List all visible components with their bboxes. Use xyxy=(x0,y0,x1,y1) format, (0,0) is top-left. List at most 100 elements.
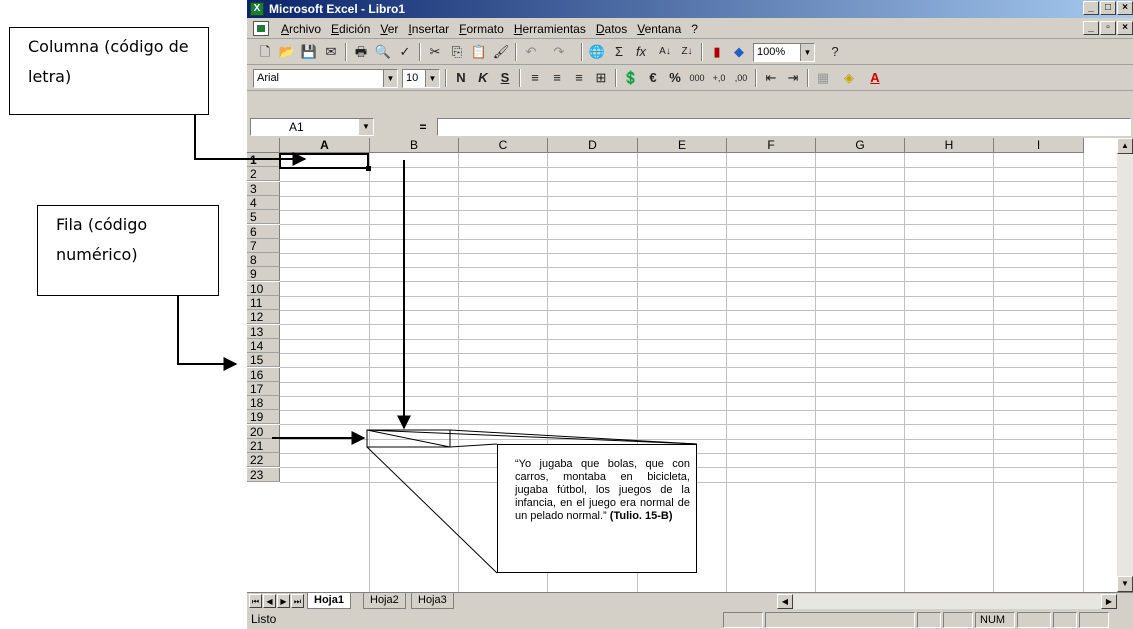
redo-icon[interactable]: ↷ xyxy=(549,43,569,61)
next-sheet-icon[interactable]: ▶ xyxy=(277,594,290,608)
row-header-7[interactable]: 7 xyxy=(247,238,280,253)
underline-button[interactable]: S xyxy=(495,69,515,87)
row-header-13[interactable]: 13 xyxy=(247,324,280,339)
row-header-10[interactable]: 10 xyxy=(247,281,280,296)
row-header-1[interactable]: 1 xyxy=(247,153,280,167)
row-header-8[interactable]: 8 xyxy=(247,253,280,268)
row-header-12[interactable]: 12 xyxy=(247,310,280,325)
menu-ver[interactable]: Ver xyxy=(380,19,398,39)
row-header-17[interactable]: 17 xyxy=(247,381,280,396)
increase-indent-icon[interactable]: ⇥ xyxy=(783,69,803,87)
borders-icon[interactable]: ▦ xyxy=(813,69,833,87)
horizontal-scrollbar[interactable]: ◀ ▶ xyxy=(777,594,1117,609)
column-header-d[interactable]: D xyxy=(548,138,638,153)
name-box-dropdown-icon[interactable]: ▼ xyxy=(359,119,373,135)
column-header-a[interactable]: A xyxy=(280,138,370,153)
decrease-decimal-icon[interactable]: ,00 xyxy=(731,69,751,87)
thousands-button[interactable]: 000 xyxy=(687,69,707,87)
font-combo[interactable]: Arial ▼ xyxy=(253,69,398,88)
row-header-2[interactable]: 2 xyxy=(247,167,280,182)
menu-formato[interactable]: Formato xyxy=(459,19,504,39)
sort-descending-icon[interactable]: Z↓ xyxy=(677,43,697,61)
font-size-dropdown-icon[interactable]: ▼ xyxy=(425,70,439,87)
row-header-6[interactable]: 6 xyxy=(247,224,280,239)
workbook-icon[interactable] xyxy=(253,21,269,36)
undo-icon[interactable]: ↶ xyxy=(521,43,541,61)
align-right-icon[interactable]: ≡ xyxy=(569,69,589,87)
row-header-5[interactable]: 5 xyxy=(247,210,280,225)
align-center-icon[interactable]: ≡ xyxy=(547,69,567,87)
print-preview-icon[interactable]: 🔍 xyxy=(373,43,393,61)
new-file-icon[interactable]: 🗋 xyxy=(255,43,275,61)
row-header-16[interactable]: 16 xyxy=(247,367,280,382)
font-color-icon[interactable]: A xyxy=(865,69,885,87)
italic-button[interactable]: K xyxy=(473,69,493,87)
row-header-23[interactable]: 23 xyxy=(247,467,280,482)
format-painter-icon[interactable]: 🖌 xyxy=(491,43,511,61)
first-sheet-icon[interactable]: ⏮ xyxy=(249,594,262,608)
spelling-icon[interactable]: ✓ xyxy=(395,43,415,61)
close-button[interactable]: × xyxy=(1117,1,1133,15)
vertical-scrollbar[interactable]: ▲ ▼ xyxy=(1117,138,1133,592)
zoom-combo[interactable]: 100% ▼ xyxy=(753,43,815,62)
last-sheet-icon[interactable]: ⏭ xyxy=(291,594,304,608)
euro-button[interactable]: € xyxy=(643,69,663,87)
prev-sheet-icon[interactable]: ◀ xyxy=(263,594,276,608)
email-icon[interactable]: ✉ xyxy=(321,43,341,61)
row-header-9[interactable]: 9 xyxy=(247,267,280,282)
column-header-f[interactable]: F xyxy=(727,138,816,153)
menu-edicion[interactable]: Edición xyxy=(331,19,370,39)
zoom-dropdown-icon[interactable]: ▼ xyxy=(800,44,814,61)
function-icon[interactable]: fx xyxy=(631,43,651,61)
copy-icon[interactable]: ⎘ xyxy=(447,43,467,61)
menu-ayuda[interactable]: ? xyxy=(691,19,698,39)
column-header-h[interactable]: H xyxy=(905,138,994,153)
chart-wizard-icon[interactable]: ▮ xyxy=(707,43,727,61)
column-header-e[interactable]: E xyxy=(638,138,727,153)
cut-icon[interactable]: ✂ xyxy=(425,43,445,61)
edit-formula-button[interactable]: = xyxy=(413,118,433,136)
row-header-22[interactable]: 22 xyxy=(247,453,280,468)
hyperlink-icon[interactable]: 🌐 xyxy=(587,43,607,61)
column-header-g[interactable]: G xyxy=(816,138,905,153)
drawing-icon[interactable]: ◆ xyxy=(729,43,749,61)
row-header-18[interactable]: 18 xyxy=(247,396,280,411)
merge-center-icon[interactable]: ⊞ xyxy=(591,69,611,87)
paste-icon[interactable]: 📋 xyxy=(469,43,489,61)
column-header-i[interactable]: I xyxy=(994,138,1084,153)
maximize-button[interactable]: □ xyxy=(1100,1,1116,15)
doc-close-button[interactable]: × xyxy=(1117,21,1133,35)
scroll-down-icon[interactable]: ▼ xyxy=(1117,576,1133,592)
sheet-tab-hoja2[interactable]: Hoja2 xyxy=(363,593,406,609)
menu-insertar[interactable]: Insertar xyxy=(408,19,449,39)
font-dropdown-icon[interactable]: ▼ xyxy=(383,70,397,87)
autosum-icon[interactable]: Σ xyxy=(609,43,629,61)
formula-input[interactable] xyxy=(437,118,1131,136)
scroll-up-icon[interactable]: ▲ xyxy=(1117,138,1133,154)
minimize-button[interactable]: _ xyxy=(1083,1,1099,15)
row-header-3[interactable]: 3 xyxy=(247,181,280,196)
menu-herramientas[interactable]: Herramientas xyxy=(514,19,586,39)
column-header-c[interactable]: C xyxy=(459,138,548,153)
percent-button[interactable]: % xyxy=(665,69,685,87)
help-icon[interactable]: ? xyxy=(825,43,845,61)
currency-icon[interactable]: 💲 xyxy=(621,69,641,87)
increase-decimal-icon[interactable]: +,0 xyxy=(709,69,729,87)
sheet-tab-hoja1[interactable]: Hoja1 xyxy=(307,593,351,609)
select-all-corner[interactable] xyxy=(247,138,280,153)
row-header-11[interactable]: 11 xyxy=(247,296,280,310)
row-header-20[interactable]: 20 xyxy=(247,424,280,439)
row-header-4[interactable]: 4 xyxy=(247,195,280,210)
decrease-indent-icon[interactable]: ⇤ xyxy=(761,69,781,87)
open-folder-icon[interactable]: 📂 xyxy=(277,43,297,61)
scroll-right-icon[interactable]: ▶ xyxy=(1101,594,1117,609)
print-icon[interactable]: 🖶 xyxy=(351,43,371,61)
sort-ascending-icon[interactable]: A↓ xyxy=(655,43,675,61)
menu-ventana[interactable]: Ventana xyxy=(637,19,681,39)
fill-color-icon[interactable]: ◈ xyxy=(839,69,859,87)
menu-archivo[interactable]: Archivo xyxy=(281,19,321,39)
menu-datos[interactable]: Datos xyxy=(596,19,627,39)
doc-restore-button[interactable]: ▫ xyxy=(1100,21,1116,35)
name-box[interactable]: A1 ▼ xyxy=(250,118,374,136)
active-cell-a1[interactable] xyxy=(279,153,371,171)
